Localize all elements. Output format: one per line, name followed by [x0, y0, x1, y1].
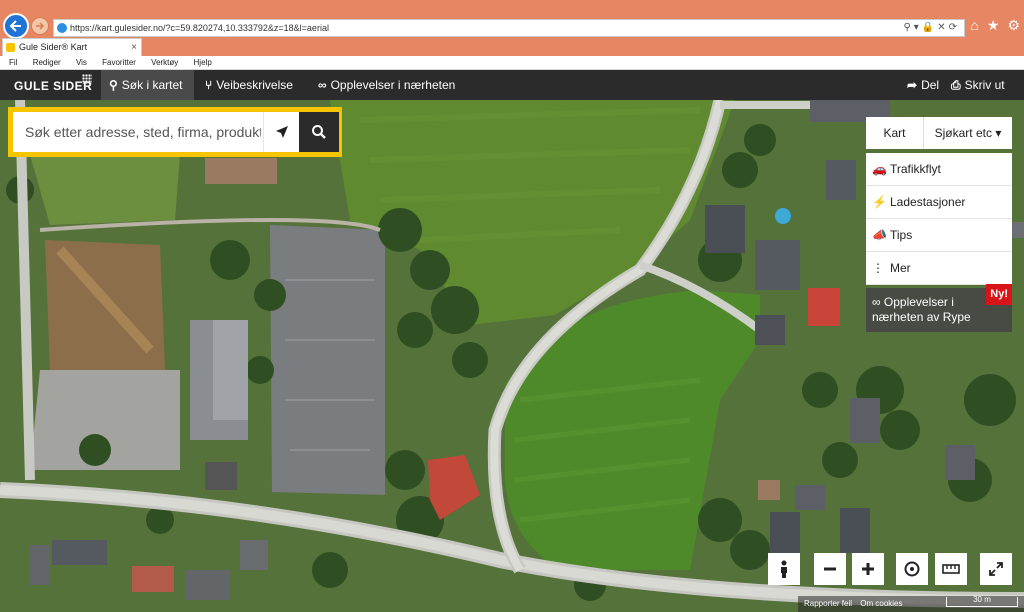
report-error-link[interactable]: Rapporter feil: [804, 599, 852, 608]
crosshair-icon: [904, 561, 920, 577]
favorites-star-icon[interactable]: ★: [987, 17, 1000, 34]
site-header: GULE SIDER ⚲ Søk i kartet ⑂ Veibeskrivelse…: [0, 70, 1024, 100]
search-icon: [312, 125, 326, 139]
home-icon[interactable]: ⌂: [970, 17, 978, 34]
experiences-nearby-panel[interactable]: ∞ Opplevelser i nærheten av Rype Ny!: [866, 284, 1012, 332]
settings-gear-icon[interactable]: ⚙: [1007, 17, 1020, 34]
nav-route-label: Veibeskrivelse: [216, 78, 293, 92]
search-box: [8, 107, 342, 157]
location-arrow-icon: [275, 126, 288, 138]
nav-search-map[interactable]: ⚲ Søk i kartet: [101, 70, 194, 100]
nav-experiences-label: Opplevelser i nærheten: [330, 78, 456, 92]
megaphone-icon: 📣: [872, 228, 887, 242]
menu-edit[interactable]: Rediger: [33, 58, 61, 67]
my-location-button[interactable]: [263, 112, 299, 152]
fullscreen-button[interactable]: [980, 553, 1012, 585]
car-icon: 🚗: [872, 162, 887, 176]
map-type-dropdown[interactable]: Sjøkart etc ▾: [924, 117, 1012, 149]
tab-favicon-icon: [6, 43, 15, 52]
street-view-button[interactable]: [768, 553, 800, 585]
menu-bar: Fil Rediger Vis Favoritter Verktøy Hjelp: [0, 56, 1024, 70]
more-icon: ⋮: [872, 261, 884, 275]
map-type-selected: Sjøkart etc: [934, 126, 992, 140]
scale-bar: 30 m: [946, 595, 1018, 607]
tab-bar: Gule Sider® Kart ×: [0, 38, 1024, 56]
layer-panel: 🚗 Trafikkflyt ⚡ Ladestasjoner 📣 Tips ⋮ M…: [866, 153, 1012, 285]
route-sign-icon: ⑂: [205, 78, 213, 92]
menu-file[interactable]: Fil: [9, 58, 17, 67]
arrow-right-icon: [36, 22, 45, 30]
address-bar[interactable]: https://kart.gulesider.no/?c=59.820274,1…: [53, 19, 965, 37]
menu-tools[interactable]: Verktøy: [151, 58, 178, 67]
tab-title: Gule Sider® Kart: [19, 42, 88, 52]
address-url: https://kart.gulesider.no/?c=59.820274,1…: [70, 23, 329, 33]
nav-route[interactable]: ⑂ Veibeskrivelse: [205, 70, 293, 100]
nav-print-label: Skriv ut: [964, 78, 1005, 92]
nav-search-label: Søk i kartet: [121, 78, 183, 92]
map-type-kart[interactable]: Kart: [866, 117, 924, 149]
layer-more-label: Mer: [890, 261, 911, 275]
menu-favorites[interactable]: Favoritter: [102, 58, 136, 67]
layer-charging-label: Ladestasjoner: [890, 195, 966, 209]
cookies-link[interactable]: Om cookies: [860, 599, 902, 608]
menu-view[interactable]: Vis: [76, 58, 87, 67]
nav-share[interactable]: ➦ Del: [907, 70, 939, 100]
browser-chrome: https://kart.gulesider.no/?c=59.820274,1…: [0, 0, 1024, 70]
person-icon: [781, 560, 787, 578]
site-logo[interactable]: GULE SIDER: [14, 79, 92, 93]
experiences-nearby-text: Opplevelser i nærheten av Rype: [872, 295, 971, 324]
browser-navbar: https://kart.gulesider.no/?c=59.820274,1…: [0, 0, 1024, 39]
menu-help[interactable]: Hjelp: [194, 58, 212, 67]
printer-icon: ⎙: [951, 78, 961, 92]
ruler-icon: [942, 564, 960, 574]
nav-experiences[interactable]: ∞ Opplevelser i nærheten: [318, 70, 455, 100]
browser-tab[interactable]: Gule Sider® Kart ×: [2, 38, 142, 56]
map-type-switch: Kart Sjøkart etc ▾: [866, 117, 1012, 149]
layer-traffic-label: Trafikkflyt: [890, 162, 941, 176]
minus-icon: [824, 567, 836, 571]
plus-icon: [862, 563, 874, 575]
search-button[interactable]: [299, 112, 339, 152]
nav-print[interactable]: ⎙ Skriv ut: [951, 70, 1005, 100]
search-input[interactable]: [13, 112, 261, 152]
layer-tips-label: Tips: [890, 228, 913, 242]
caret-down-icon: ▾: [995, 126, 1002, 140]
logo-dots-icon: [82, 74, 92, 84]
layer-traffic[interactable]: 🚗 Trafikkflyt: [866, 153, 1012, 186]
layer-more[interactable]: ⋮ Mer: [866, 252, 1012, 285]
nav-share-label: Del: [921, 78, 940, 92]
tab-close-icon[interactable]: ×: [131, 39, 137, 56]
binoculars-icon: ∞: [872, 295, 884, 309]
new-badge: Ny!: [986, 284, 1012, 305]
measure-button[interactable]: [935, 553, 967, 585]
back-button[interactable]: [3, 13, 29, 39]
locate-me-button[interactable]: [896, 553, 928, 585]
charging-icon: ⚡: [872, 195, 887, 209]
address-tools[interactable]: ⚲▾🔒✕⟳: [903, 20, 960, 36]
forward-button[interactable]: [31, 17, 49, 35]
site-favicon-icon: [57, 23, 67, 33]
arrow-left-icon: [9, 20, 21, 32]
zoom-out-button[interactable]: [814, 553, 846, 585]
layer-tips[interactable]: 📣 Tips: [866, 219, 1012, 252]
share-arrow-icon: ➦: [907, 78, 918, 92]
expand-icon: [989, 562, 1003, 576]
scale-label: 30 m: [973, 595, 991, 604]
binoculars-icon: ∞: [318, 78, 327, 92]
zoom-in-button[interactable]: [852, 553, 884, 585]
layer-charging[interactable]: ⚡ Ladestasjoner: [866, 186, 1012, 219]
search-inner: [13, 112, 339, 152]
search-icon: ⚲: [109, 78, 118, 92]
browser-toolbar-icons: ⌂ ★ ⚙: [970, 17, 1020, 34]
